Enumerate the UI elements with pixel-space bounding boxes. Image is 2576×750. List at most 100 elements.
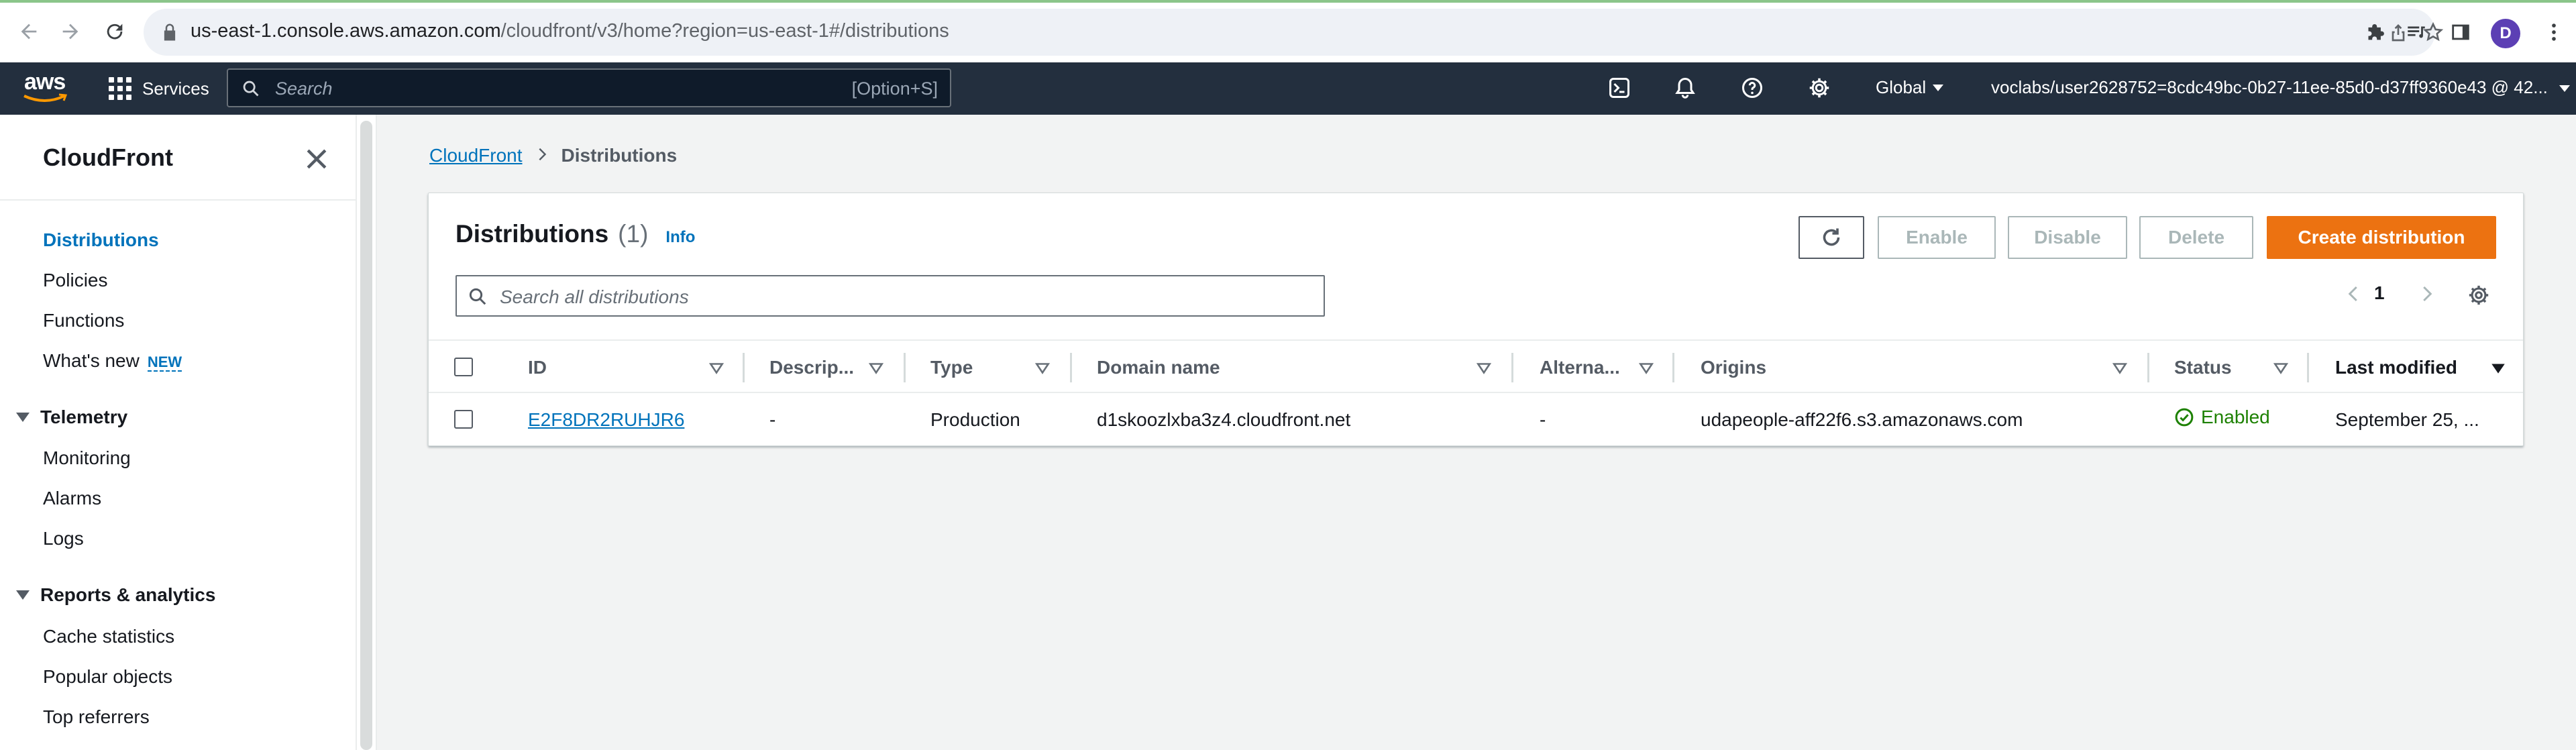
table-preferences-gear-icon[interactable] [2465,282,2492,309]
sidebar-item-distributions[interactable]: Distributions [43,229,159,251]
table-row[interactable]: E2F8DR2RUHJR6 - Production d1skoozlxba3z… [429,393,2523,445]
reload-icon[interactable] [101,17,129,46]
settings-gear-icon[interactable] [1805,73,1834,103]
column-header-description[interactable]: Descrip... [769,357,854,378]
sidebar-item-cache-statistics[interactable]: Cache statistics [43,626,174,647]
address-bar[interactable]: us-east-1.console.aws.amazon.com/cloudfr… [144,9,2444,56]
distribution-count: (1) [618,220,649,248]
row-checkbox[interactable] [454,410,473,429]
column-header-origins[interactable]: Origins [1701,357,1766,378]
sidebar-item-top-referrers[interactable]: Top referrers [43,706,150,728]
back-icon[interactable] [15,17,43,46]
extensions-icon[interactable] [2359,17,2389,47]
lock-icon [164,23,176,41]
region-label: Global [1876,77,1927,97]
expand-caret-icon [16,590,30,600]
search-distributions-input[interactable]: Search all distributions [455,275,1325,317]
help-icon[interactable] [1737,73,1767,103]
sidebar-item-label: What's new [43,350,140,371]
cell-alternate-domains: - [1540,409,1546,430]
region-selector[interactable]: Global [1876,77,1944,98]
column-header-alternate-domains[interactable]: Alterna... [1540,357,1620,378]
sidebar-item-whats-new[interactable]: What's new NEW [43,350,182,372]
sidebar-title: CloudFront [43,144,173,171]
refresh-button[interactable] [1799,216,1864,259]
sidebar-item-monitoring[interactable]: Monitoring [43,447,131,469]
sort-icon[interactable] [1638,360,1655,377]
section-title: Telemetry [40,407,128,427]
aws-logo[interactable]: aws [21,69,71,107]
browser-chrome: us-east-1.console.aws.amazon.com/cloudfr… [0,0,2576,62]
column-resizer[interactable] [1672,353,1674,382]
status-badge: Enabled [2174,407,2270,428]
next-page-icon[interactable] [2414,282,2438,306]
caret-down-icon [2559,85,2571,93]
services-label: Services [142,78,209,99]
column-header-status[interactable]: Status [2174,357,2232,378]
sort-icon[interactable] [867,360,885,377]
status-text: Enabled [2201,407,2270,427]
column-header-last-modified[interactable]: Last modified [2335,357,2457,378]
page-number[interactable]: 1 [2374,282,2385,304]
column-resizer[interactable] [1070,353,1072,382]
sort-icon[interactable] [708,360,725,377]
sort-icon[interactable] [2111,360,2129,377]
select-all-checkbox[interactable] [454,358,473,376]
sidebar-item-logs[interactable]: Logs [43,528,84,549]
column-resizer[interactable] [1511,353,1513,382]
distribution-id-link[interactable]: E2F8DR2RUHJR6 [528,409,684,431]
column-header-type[interactable]: Type [930,357,973,378]
filter-placeholder: Search all distributions [500,286,689,307]
distributions-panel: Distributions (1) Info Enable Disable De… [428,193,2524,446]
column-resizer[interactable] [2307,353,2309,382]
cell-type: Production [930,409,1020,430]
console-search-input[interactable]: Search [Option+S] [227,68,951,107]
cell-description: - [769,409,776,430]
new-badge: NEW [147,354,182,372]
cloudshell-icon[interactable] [1605,73,1634,103]
breadcrumb: CloudFront Distributions [429,145,677,166]
chevron-right-icon [535,145,549,166]
create-distribution-button[interactable]: Create distribution [2267,216,2496,259]
close-icon[interactable] [302,144,331,174]
notifications-bell-icon[interactable] [1670,73,1700,103]
sidebar-item-policies[interactable]: Policies [43,270,107,291]
sort-icon[interactable] [1034,360,1051,377]
disable-button[interactable]: Disable [2008,216,2127,259]
sidebar-scrollbar-thumb[interactable] [360,121,372,750]
sort-descending-icon[interactable] [2489,360,2507,377]
sidebar-item-functions[interactable]: Functions [43,310,124,331]
caret-down-icon [1933,84,1944,91]
column-header-id[interactable]: ID [528,357,547,378]
previous-page-icon[interactable] [2342,282,2366,306]
table-header: ID Descrip... Type Domain name Alterna..… [429,339,2523,393]
sidebar-section-telemetry[interactable]: Telemetry [16,407,127,428]
profile-avatar[interactable]: D [2491,19,2520,48]
search-shortcut-hint: [Option+S] [851,78,938,99]
account-menu[interactable]: voclabs/user2628752=8cdc49bc-0b27-11ee-8… [1991,77,2571,98]
sidebar-section-reports[interactable]: Reports & analytics [16,584,215,606]
sidebar-item-popular-objects[interactable]: Popular objects [43,666,172,688]
sidebar-item-alarms[interactable]: Alarms [43,488,101,509]
browser-menu-icon[interactable] [2539,17,2569,47]
sort-icon[interactable] [1475,360,1493,377]
breadcrumb-cloudfront-link[interactable]: CloudFront [429,145,523,166]
delete-button[interactable]: Delete [2139,216,2253,259]
enable-button[interactable]: Enable [1878,216,1996,259]
side-panel-icon[interactable] [2446,17,2475,47]
column-resizer[interactable] [743,353,745,382]
column-header-domain-name[interactable]: Domain name [1097,357,1220,378]
info-link[interactable]: Info [665,228,695,247]
column-resizer[interactable] [2147,353,2149,382]
panel-title: Distributions [455,220,609,248]
column-resizer[interactable] [904,353,906,382]
services-menu[interactable]: Services [109,72,209,105]
aws-top-nav: aws Services Search [Option+S] Global vo… [0,62,2576,115]
search-placeholder: Search [275,78,333,99]
check-circle-icon [2175,408,2194,427]
sort-icon[interactable] [2272,360,2290,377]
sidebar: CloudFront Distributions Policies Functi… [0,115,357,750]
sidebar-divider [0,199,357,201]
media-controls-icon[interactable] [2402,17,2431,47]
forward-icon[interactable] [56,17,85,46]
